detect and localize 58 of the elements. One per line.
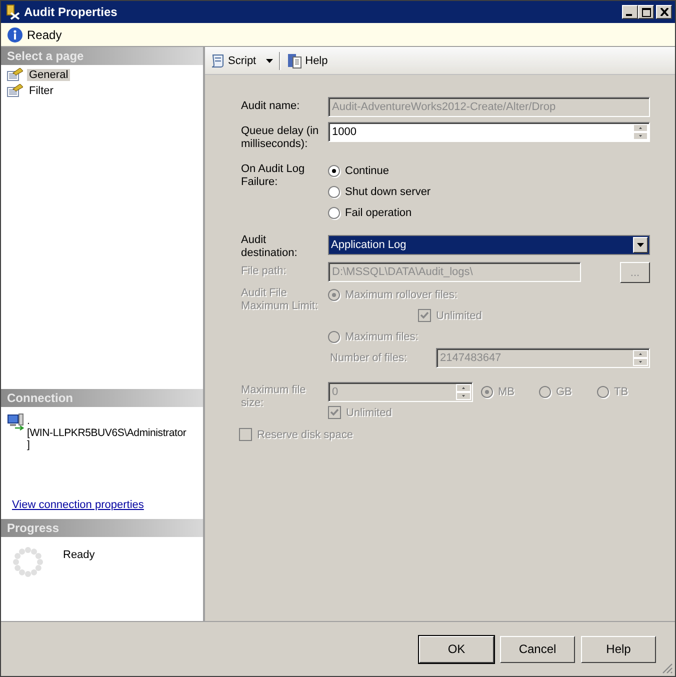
progress-status: Ready	[63, 548, 95, 561]
section-header: Connection	[1, 389, 203, 407]
section-header: Progress	[1, 519, 203, 537]
field-label: Audit File Maximum Limit:	[241, 286, 320, 313]
field-label: On Audit Log Failure:	[241, 162, 306, 189]
page-icon	[7, 68, 23, 82]
option-label: Maximum rollover files:	[345, 288, 458, 300]
script-button[interactable]: Script	[208, 53, 276, 69]
destination-dropdown[interactable]: Application Log	[328, 235, 650, 255]
field-label: Number of files:	[330, 352, 408, 364]
window-title: Audit Properties	[24, 5, 118, 19]
maximize-button[interactable]	[638, 5, 654, 19]
help-button[interactable]: Help	[285, 53, 330, 69]
field-label: Audit destination:	[241, 233, 298, 260]
page-item[interactable]: General	[27, 69, 70, 81]
connection-text: .	[27, 415, 31, 427]
caret-icon	[266, 59, 274, 63]
audit-icon	[5, 4, 21, 20]
connection-link[interactable]: View connection properties	[12, 499, 144, 511]
help-document-icon	[287, 53, 304, 69]
option-label: Reserve disk space	[257, 428, 353, 440]
connection-text: ]	[27, 439, 31, 451]
server-icon	[7, 413, 25, 431]
option-label: GB	[556, 386, 572, 398]
info-icon	[7, 26, 23, 42]
scroll-icon	[210, 53, 226, 69]
maximize-icon	[642, 8, 650, 16]
radio-button[interactable]	[328, 164, 340, 176]
option-label: MB	[498, 386, 514, 398]
field-label: Queue delay (in milliseconds):	[241, 124, 320, 151]
close-icon	[660, 8, 668, 16]
option-label: Unlimited	[436, 310, 482, 322]
dialog-button[interactable]: Help	[581, 636, 656, 662]
option-label: Unlimited	[346, 406, 392, 418]
minimize-button[interactable]	[622, 5, 638, 19]
close-button[interactable]	[656, 5, 672, 19]
option-label: Maximum files:	[345, 330, 418, 342]
dialog-button[interactable]: Cancel	[500, 636, 575, 662]
queue-delay-field[interactable]: 1000	[328, 122, 650, 142]
status-text: Ready	[27, 28, 62, 42]
field-label: Audit name:	[241, 99, 301, 113]
connection-text: [WIN-LLPKR5BUV6S\Administrator	[27, 427, 186, 439]
caret-icon	[637, 243, 644, 247]
spinner-icon	[13, 547, 43, 577]
option-label: Continue	[345, 164, 390, 176]
page-icon	[7, 84, 23, 98]
dialog-button[interactable]: OK	[419, 636, 494, 662]
page-item[interactable]: Filter	[27, 85, 56, 97]
radio-button[interactable]	[328, 206, 340, 218]
option-label: Shut down server	[345, 186, 431, 198]
option-label: TB	[614, 386, 628, 398]
field-label: File path:	[241, 264, 288, 278]
option-label: Fail operation	[345, 206, 412, 218]
section-header: Select a page	[1, 47, 203, 65]
field-label: Maximum file size:	[241, 383, 307, 410]
spin-buttons[interactable]	[633, 124, 648, 140]
radio-button[interactable]	[328, 186, 340, 198]
resize-grip-icon	[661, 662, 673, 674]
